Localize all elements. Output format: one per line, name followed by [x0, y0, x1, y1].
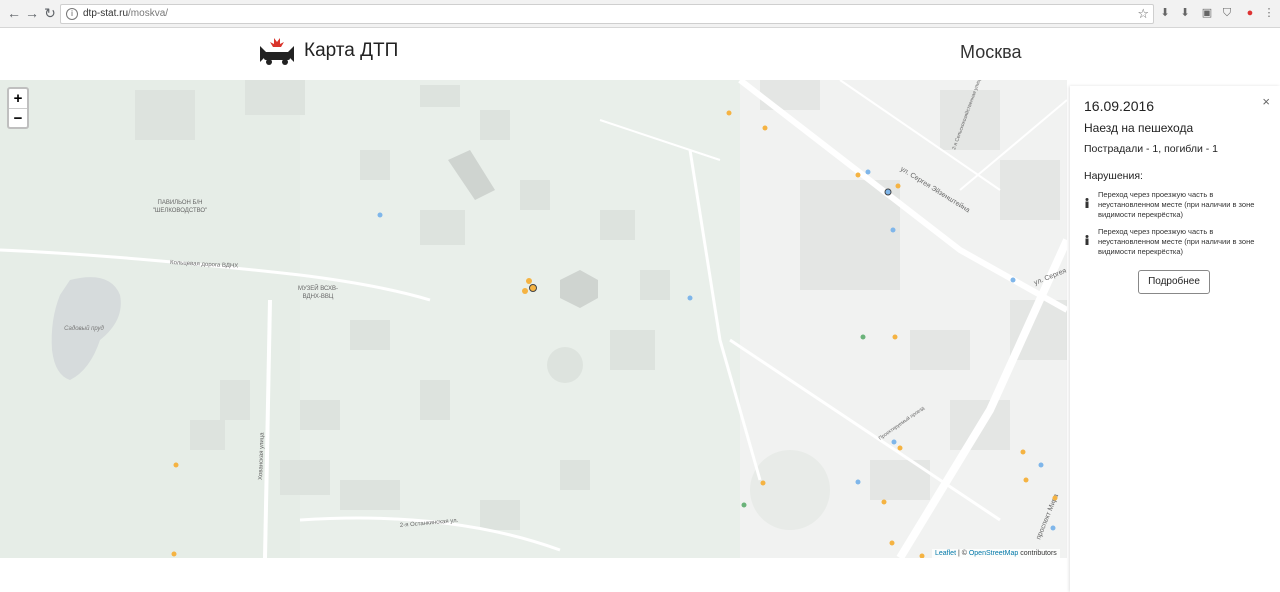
download-icon[interactable]: ⬇ — [1178, 6, 1192, 20]
accident-type: Наезд на пешехода — [1084, 121, 1194, 135]
zoom-out-button[interactable]: − — [9, 108, 27, 127]
map-label-museum: МУЗЕЙ ВСХВ- — [298, 284, 338, 292]
bookmark-star-icon[interactable]: ☆ — [1137, 6, 1149, 22]
shield-icon[interactable]: ⛉ — [1220, 6, 1234, 20]
download-icon[interactable]: ⬇ — [1158, 6, 1172, 20]
map-attribution: Leaflet | © OpenStreetMap contributors — [932, 549, 1060, 558]
accident-details-panel: × 16.09.2016 Наезд на пешехода Пострадал… — [1070, 86, 1280, 592]
osm-link[interactable]: OpenStreetMap — [969, 550, 1018, 557]
extension-icon[interactable]: ● — [1243, 6, 1257, 20]
map-label-pavilion: "ШЕЛКОВОДСТВО" — [153, 208, 207, 214]
zoom-control: + − — [7, 87, 29, 129]
site-header — [0, 28, 1280, 80]
accident-date: 16.09.2016 — [1084, 98, 1155, 114]
map[interactable]: ПАВИЛЬОН Б/Н "ШЕЛКОВОДСТВО" Кольцевая до… — [0, 80, 1067, 558]
city-name[interactable]: Москва — [960, 42, 1021, 63]
violation-text: Переход через проезжую часть в неустанов… — [1098, 190, 1255, 219]
page-bottom — [0, 558, 1067, 592]
info-icon[interactable]: i — [66, 8, 78, 20]
leaflet-link[interactable]: Leaflet — [935, 550, 956, 557]
extension-icon[interactable]: ▣ — [1200, 6, 1214, 20]
map-label-pond: Садовый пруд — [64, 325, 104, 332]
violation-text: Переход через проезжую часть в неустанов… — [1098, 227, 1255, 256]
pedestrian-icon — [1085, 198, 1089, 208]
map-label-museum: ВДНХ-ВВЦ — [303, 294, 334, 300]
pedestrian-icon — [1085, 235, 1089, 245]
url-text: dtp-stat.ru/moskva/ — [83, 8, 169, 19]
menu-icon[interactable]: ⋮ — [1262, 6, 1276, 20]
back-arrow-icon[interactable]: ← — [6, 5, 22, 21]
forward-arrow-icon[interactable]: → — [24, 5, 40, 21]
more-details-button[interactable]: Подробнее — [1138, 270, 1210, 294]
reload-icon[interactable]: ↻ — [42, 5, 58, 21]
victims-summary: Пострадали - 1, погибли - 1 — [1084, 143, 1219, 155]
zoom-in-button[interactable]: + — [9, 89, 27, 108]
address-bar[interactable]: i dtp-stat.ru/moskva/ ☆ — [60, 4, 1154, 24]
close-icon[interactable]: × — [1262, 94, 1270, 109]
browser-toolbar: ← → ↻ i dtp-stat.ru/moskva/ ☆ ⬇ ⬇ ▣ ⛉ ● … — [0, 0, 1280, 28]
logo-icon[interactable] — [258, 36, 296, 66]
map-tiles[interactable]: ПАВИЛЬОН Б/Н "ШЕЛКОВОДСТВО" Кольцевая до… — [0, 80, 1067, 558]
violations-heading: Нарушения: — [1084, 170, 1143, 182]
map-label-pavilion: ПАВИЛЬОН Б/Н — [158, 200, 203, 206]
site-title[interactable]: Карта ДТП — [304, 40, 398, 62]
